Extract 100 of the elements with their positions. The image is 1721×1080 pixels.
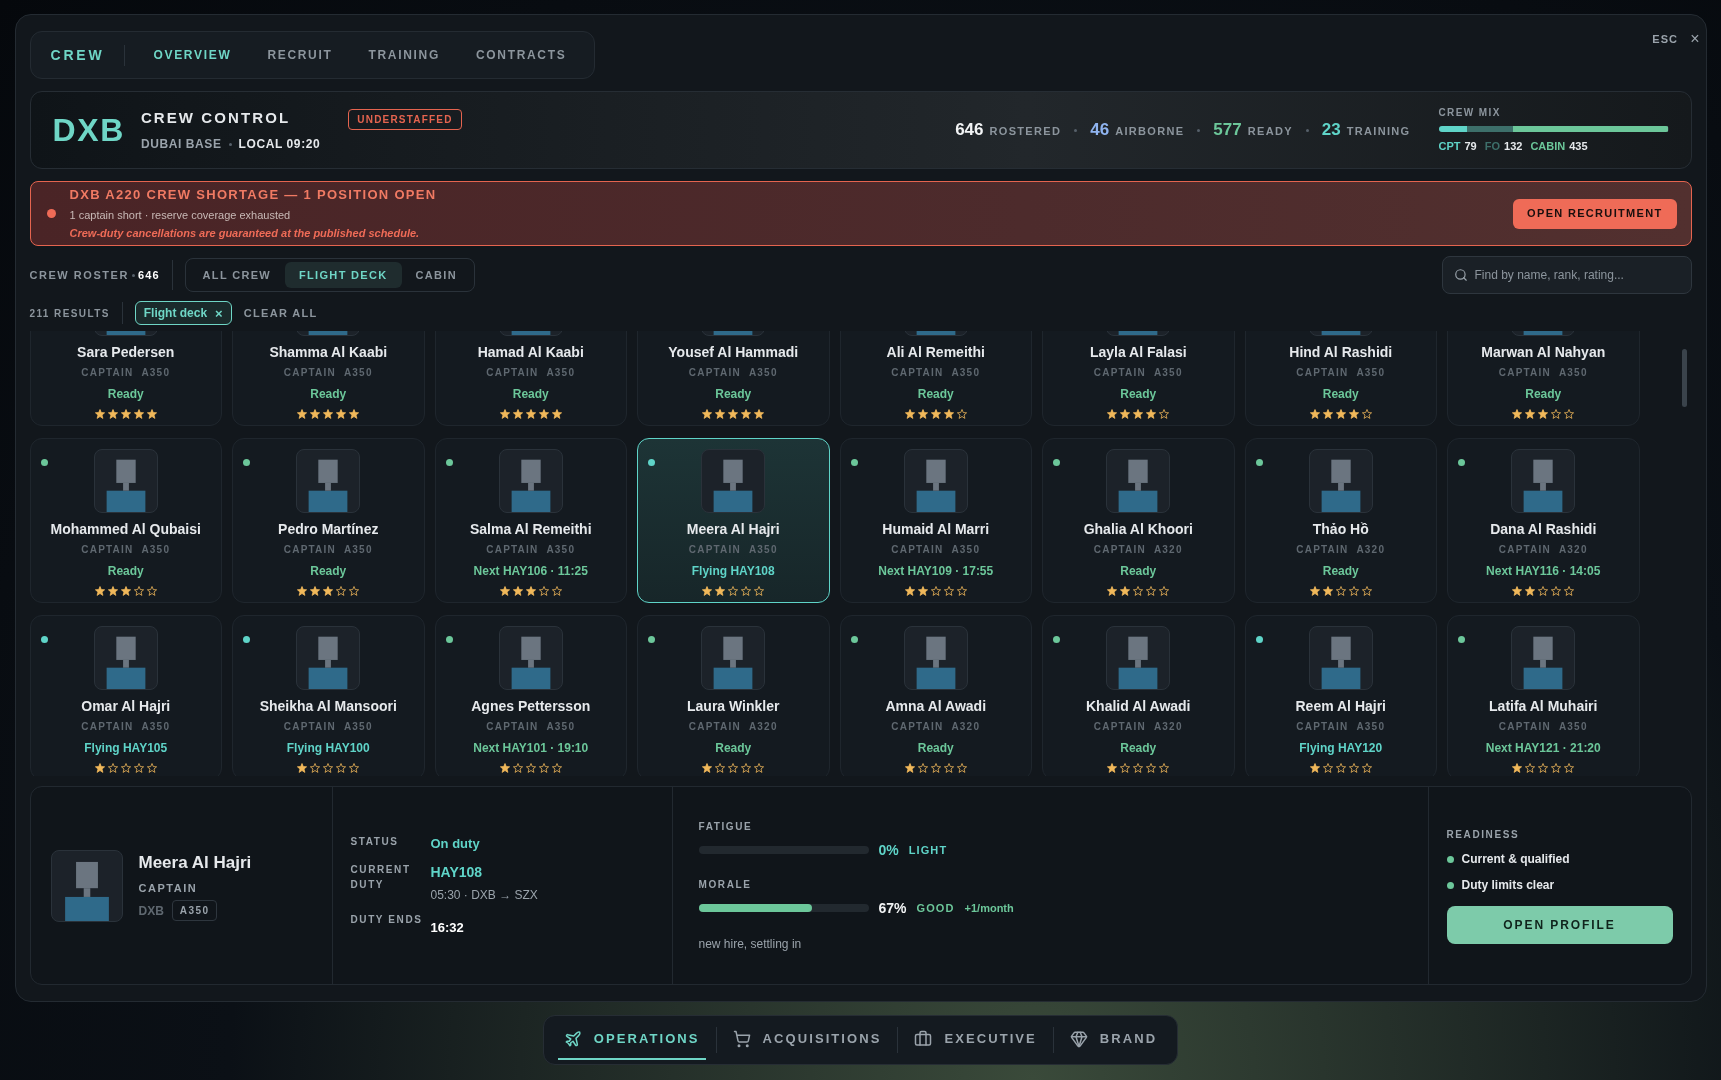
stat-label: ROSTERED xyxy=(989,124,1062,140)
nav-tab[interactable]: RECRUIT xyxy=(259,46,341,64)
chip-label: Flight deck xyxy=(143,305,208,322)
bottom-nav-tab[interactable]: EXECUTIVE xyxy=(908,1020,1043,1060)
scrollbar-thumb[interactable] xyxy=(1682,349,1687,407)
crew-card[interactable]: Layla Al Falasi CAPTAIN A350 Ready xyxy=(1042,331,1235,426)
crew-card[interactable]: Thảo Hồ CAPTAIN A320 Ready xyxy=(1244,438,1437,603)
aircraft-type: A320 xyxy=(1356,543,1386,557)
avatar-silhouette xyxy=(498,626,563,690)
crew-status: Flying HAY105 xyxy=(84,740,168,757)
crew-name: Hamad Al Kaabi xyxy=(477,343,584,362)
crew-name: Reem Al Hajri xyxy=(1295,697,1386,716)
avatar-silhouette xyxy=(903,626,968,690)
cart-icon xyxy=(732,1030,751,1048)
crew-card[interactable]: Salma Al Remeithi CAPTAIN A350 Next HAY106 · 11:25 xyxy=(434,438,627,603)
crew-card[interactable]: Sheikha Al Mansoori CAPTAIN A350 Flying HAY100 xyxy=(232,615,425,776)
crew-name: Amna Al Awadi xyxy=(885,697,987,716)
crew-rank: CAPTAIN xyxy=(283,720,336,734)
clear-all-link[interactable]: CLEAR ALL xyxy=(243,304,318,322)
remove-chip-button[interactable]: × xyxy=(215,306,223,320)
crew-card[interactable]: Mohammed Al Qubaisi CAPTAIN A350 Ready xyxy=(29,438,222,603)
crew-card[interactable]: Marwan Al Nahyan CAPTAIN A350 Ready xyxy=(1447,331,1640,426)
filter-tab[interactable]: ALL CREW xyxy=(188,262,286,288)
bottom-nav-tab[interactable]: BRAND xyxy=(1063,1020,1164,1060)
crew-card[interactable]: Pedro Martínez CAPTAIN A350 Ready xyxy=(232,438,425,603)
crew-card[interactable]: Shamma Al Kaabi CAPTAIN A350 Ready xyxy=(232,331,425,426)
crew-card[interactable]: Hind Al Rashidi CAPTAIN A350 Ready xyxy=(1244,331,1437,426)
nav-tab[interactable]: OVERVIEW xyxy=(145,46,240,64)
crew-name: Marwan Al Nahyan xyxy=(1481,343,1606,362)
stat-label: READY xyxy=(1247,124,1293,140)
crew-card[interactable]: Ghalia Al Khoori CAPTAIN A320 Ready xyxy=(1042,438,1235,603)
avatar-silhouette xyxy=(93,449,158,513)
crew-card[interactable]: Meera Al Hajri CAPTAIN A350 Flying HAY108 xyxy=(637,438,830,603)
crew-rank: CAPTAIN xyxy=(1296,366,1349,380)
crew-card[interactable]: Latifa Al Muhairi CAPTAIN A350 Next HAY121 · 21:20 xyxy=(1447,615,1640,776)
crew-status: Ready xyxy=(917,740,954,757)
crew-status: Ready xyxy=(107,386,144,403)
crew-name: Omar Al Hajri xyxy=(81,697,171,716)
gem-icon xyxy=(1069,1030,1088,1048)
crew-status: Ready xyxy=(1322,386,1359,403)
crew-name: Shamma Al Kaabi xyxy=(269,343,388,362)
crew-name: Laura Winkler xyxy=(687,697,780,716)
crew-card[interactable]: Reem Al Hajri CAPTAIN A350 Flying HAY120 xyxy=(1244,615,1437,776)
nav-tab[interactable]: TRAINING xyxy=(360,46,448,64)
crew-rank: CAPTAIN xyxy=(1093,366,1146,380)
crew-card[interactable]: Khalid Al Awadi CAPTAIN A320 Ready xyxy=(1042,615,1235,776)
crew-card[interactable]: Laura Winkler CAPTAIN A320 Ready xyxy=(637,615,830,776)
search-field[interactable]: Find by name, rank, rating... xyxy=(1441,256,1692,294)
crew-card[interactable]: Amna Al Awadi CAPTAIN A320 Ready xyxy=(839,615,1032,776)
field-subvalue: 05:30 · DXB → SZX xyxy=(430,886,538,904)
crew-rank: CAPTAIN xyxy=(283,543,336,557)
alert-title: DXB A220 CREW SHORTAGE — 1 POSITION OPEN xyxy=(69,186,437,205)
aircraft-type: A350 xyxy=(141,720,171,734)
field-label: STATUS xyxy=(350,835,400,849)
readiness-item: Duty limits clear xyxy=(1461,877,1555,894)
crew-card[interactable]: Hamad Al Kaabi CAPTAIN A350 Ready xyxy=(434,331,627,426)
crew-rank: CAPTAIN xyxy=(891,543,944,557)
crew-card[interactable]: Dana Al Rashidi CAPTAIN A320 Next HAY116 · 14:05 xyxy=(1447,438,1640,603)
crew-name: Sara Pedersen xyxy=(77,343,175,362)
avatar-silhouette xyxy=(701,449,766,513)
avatar-silhouette xyxy=(903,449,968,513)
aircraft-type: A350 xyxy=(1153,366,1183,380)
crew-name: Hind Al Rashidi xyxy=(1289,343,1393,362)
crew-card[interactable]: Omar Al Hajri CAPTAIN A350 Flying HAY105 xyxy=(29,615,222,776)
avatar-silhouette xyxy=(93,626,158,690)
close-button[interactable]: × xyxy=(1690,31,1700,48)
nav-tab[interactable]: CONTRACTS xyxy=(467,46,575,64)
crew-name: Layla Al Falasi xyxy=(1089,343,1187,362)
aircraft-tag: A350 xyxy=(171,900,218,921)
crew-card[interactable]: Humaid Al Marri CAPTAIN A350 Next HAY109 · 17:55 xyxy=(839,438,1032,603)
crew-status: Next HAY106 · 11:25 xyxy=(473,563,588,580)
crew-status: Ready xyxy=(1322,563,1359,580)
crew-rank: CAPTAIN xyxy=(1498,366,1551,380)
bottom-nav-tab[interactable]: OPERATIONS xyxy=(557,1020,706,1060)
aircraft-type: A350 xyxy=(951,543,981,557)
crew-card[interactable]: Sara Pedersen CAPTAIN A350 Ready xyxy=(29,331,222,426)
crew-name: Humaid Al Marri xyxy=(882,520,990,539)
filter-tab[interactable]: CABIN xyxy=(401,262,471,288)
aircraft-type: A350 xyxy=(343,366,373,380)
open-profile-button[interactable]: OPEN PROFILE xyxy=(1446,906,1673,944)
filter-tab[interactable]: FLIGHT DECK xyxy=(285,262,402,288)
crew-rank: CAPTAIN xyxy=(1498,543,1551,557)
crew-rank: CAPTAIN xyxy=(1296,543,1349,557)
aircraft-type: A320 xyxy=(748,720,778,734)
crew-status: Ready xyxy=(917,386,954,403)
crew-name: Agnes Pettersson xyxy=(471,697,591,716)
crew-rank: CAPTAIN xyxy=(81,543,134,557)
crew-status: Ready xyxy=(1120,563,1157,580)
header-title: CREW CONTROL xyxy=(140,107,292,128)
crew-card[interactable]: Yousef Al Hammadi CAPTAIN A350 Ready xyxy=(637,331,830,426)
crew-status: Flying HAY108 xyxy=(691,563,775,580)
crew-card[interactable]: Ali Al Remeithi CAPTAIN A350 Ready xyxy=(839,331,1032,426)
crew-status: Ready xyxy=(310,563,347,580)
open-recruitment-button[interactable]: OPEN RECRUITMENT xyxy=(1513,198,1677,229)
crew-rank: CAPTAIN xyxy=(81,720,134,734)
crew-name: Mohammed Al Qubaisi xyxy=(50,520,201,539)
bottom-nav-tab[interactable]: ACQUISITIONS xyxy=(726,1020,888,1060)
local-time: LOCAL 09:20 xyxy=(238,136,321,154)
meter-grade: LIGHT xyxy=(908,842,948,858)
crew-card[interactable]: Agnes Pettersson CAPTAIN A350 Next HAY101 · 19:10 xyxy=(434,615,627,776)
